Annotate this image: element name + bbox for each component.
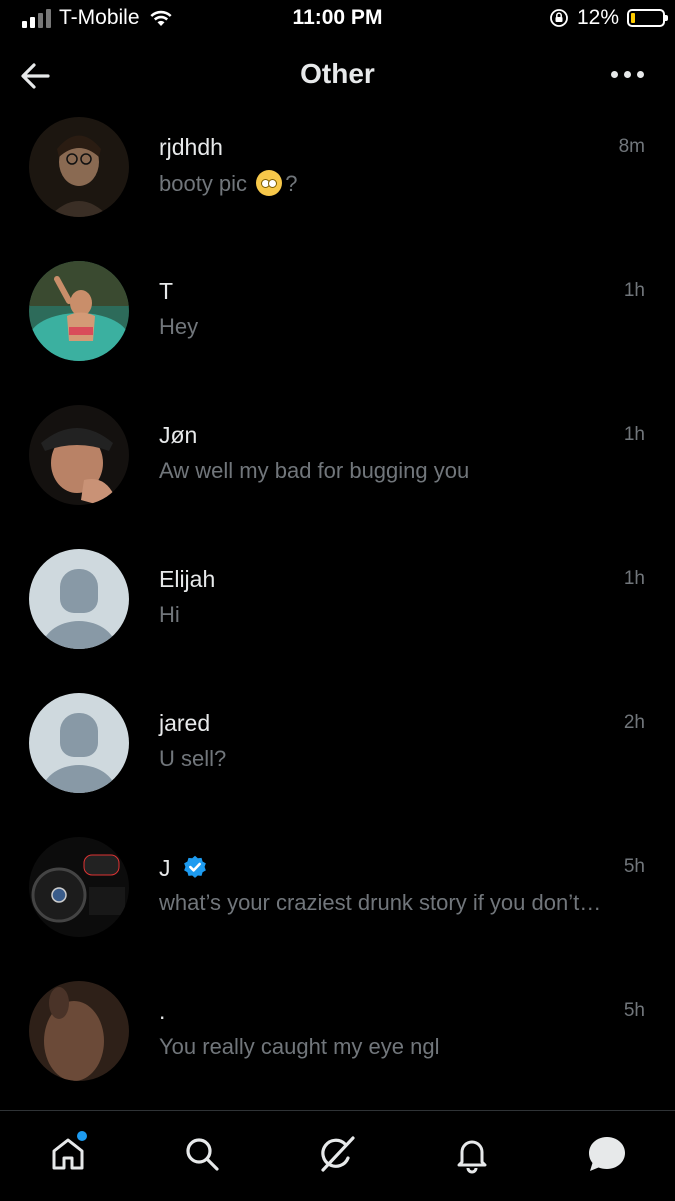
conversation-time: 5h: [623, 856, 645, 877]
avatar[interactable]: [29, 837, 129, 937]
conversation-time: 8m: [618, 136, 645, 157]
avatar[interactable]: [29, 261, 129, 361]
conversation-name: T: [159, 278, 174, 304]
back-button[interactable]: [18, 58, 54, 94]
conversation-preview: what’s your craziest drunk story if you …: [159, 890, 602, 915]
battery-percent: 12%: [576, 6, 619, 29]
conversation-name: jared: [159, 710, 211, 736]
preview-text-end: ?: [285, 171, 298, 196]
conversation-item[interactable]: . 5h You really caught my eye ngl: [0, 976, 675, 1120]
conversation-name: rjdhdh: [159, 134, 223, 160]
back-arrow-icon: [21, 63, 50, 89]
conversation-time: 2h: [623, 712, 645, 733]
header: Other: [0, 44, 675, 108]
avatar[interactable]: [29, 405, 129, 505]
carrier-label: T-Mobile: [59, 6, 140, 29]
search-icon: [186, 1138, 219, 1171]
avatar[interactable]: [29, 117, 129, 217]
tab-search[interactable]: [177, 1129, 227, 1179]
more-options-button[interactable]: [607, 64, 647, 84]
avatar[interactable]: [29, 981, 129, 1081]
conversation-list: rjdhdh 8m booty pic ? T 1h Hey Jøn 1h Aw…: [0, 112, 675, 1120]
conversation-preview: Aw well my bad for bugging you: [159, 458, 470, 483]
eye-roll-emoji-icon: [256, 170, 283, 196]
preview-text: booty pic: [159, 171, 248, 196]
more-options-icon: [610, 70, 618, 78]
conversation-preview: Hey: [159, 314, 199, 339]
messages-icon: [589, 1137, 625, 1171]
tab-messages[interactable]: [582, 1129, 632, 1179]
conversation-item[interactable]: rjdhdh 8m booty pic ?: [0, 112, 675, 256]
conversation-item[interactable]: J 5h what’s your craziest drunk story if…: [0, 832, 675, 976]
notifications-icon: [457, 1140, 487, 1174]
orientation-lock-icon: [550, 9, 568, 27]
tab-notifications[interactable]: [447, 1129, 497, 1179]
conversation-item[interactable]: Elijah 1h Hi: [0, 544, 675, 688]
grok-icon: [321, 1136, 355, 1172]
conversation-item[interactable]: jared 2h U sell?: [0, 688, 675, 832]
signal-icon: [22, 8, 51, 28]
conversation-name: .: [159, 998, 166, 1024]
status-bar: T-Mobile 11:00 PM 12%: [0, 0, 675, 40]
conversation-preview: You really caught my eye ngl: [159, 1034, 440, 1059]
conversation-name: Jøn: [159, 422, 198, 448]
conversation-time: 1h: [623, 424, 645, 445]
conversation-name: Elijah: [159, 566, 216, 592]
page-title: Other: [300, 58, 375, 89]
notification-dot: [77, 1131, 87, 1141]
conversation-time: 5h: [623, 1000, 645, 1021]
wifi-icon: [149, 10, 172, 26]
tab-home[interactable]: [43, 1129, 93, 1179]
conversation-time: 1h: [623, 280, 645, 301]
conversation-time: 1h: [623, 568, 645, 589]
tab-grok[interactable]: [312, 1129, 362, 1179]
default-avatar-icon[interactable]: [29, 549, 129, 649]
conversation-item[interactable]: Jøn 1h Aw well my bad for bugging you: [0, 400, 675, 544]
battery-icon: [627, 9, 668, 27]
conversation-preview: Hi: [159, 602, 180, 627]
conversation-preview: booty pic ?: [159, 170, 649, 197]
default-avatar-icon[interactable]: [29, 693, 129, 793]
conversation-name: J: [159, 854, 171, 881]
conversation-preview: U sell?: [159, 746, 227, 771]
conversation-item[interactable]: T 1h Hey: [0, 256, 675, 400]
bottom-tab-bar: [0, 1110, 675, 1201]
verified-badge-icon: [183, 855, 206, 878]
